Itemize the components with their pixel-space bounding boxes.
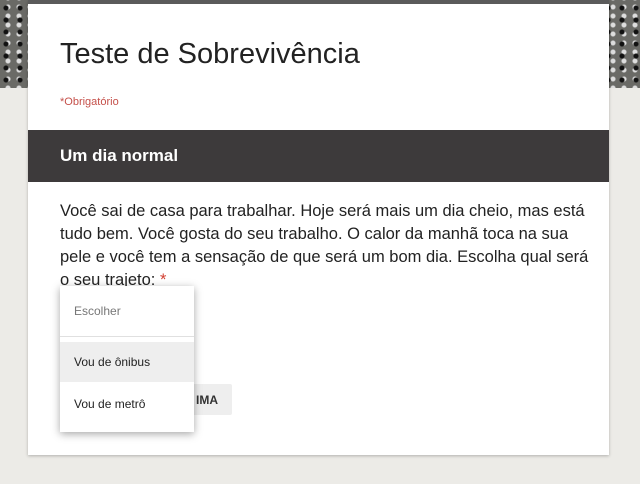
dropdown-placeholder[interactable]: Escolher [60,291,194,331]
dropdown-option-onibus[interactable]: Vou de ônibus [60,342,194,382]
form-title: Teste de Sobrevivência [60,38,360,70]
dropdown-option-metro[interactable]: Vou de metrô [60,384,194,424]
section-title: Um dia normal [60,146,179,165]
dropdown-divider [60,336,194,337]
dropdown-menu[interactable]: Escolher Vou de ônibus Vou de metrô [60,286,194,432]
question-text: Você sai de casa para trabalhar. Hoje se… [60,200,590,292]
question-label: Você sai de casa para trabalhar. Hoje se… [60,202,589,289]
required-note: *Obrigatório [60,96,119,108]
section-header: Um dia normal [28,130,609,182]
